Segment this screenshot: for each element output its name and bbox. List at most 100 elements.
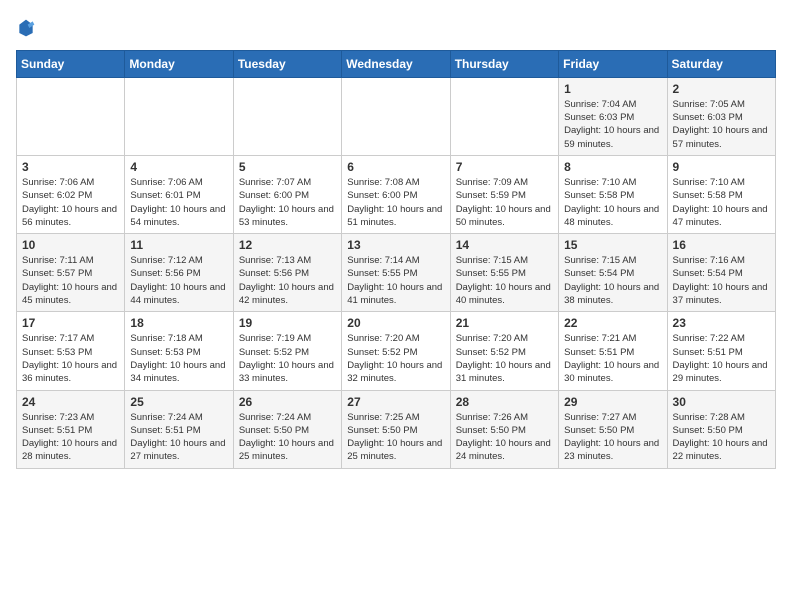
day-number: 10	[22, 238, 119, 252]
day-info: Sunrise: 7:07 AM Sunset: 6:00 PM Dayligh…	[239, 176, 336, 229]
calendar-cell	[233, 77, 341, 155]
day-info: Sunrise: 7:16 AM Sunset: 5:54 PM Dayligh…	[673, 254, 770, 307]
calendar-week-row: 17Sunrise: 7:17 AM Sunset: 5:53 PM Dayli…	[17, 312, 776, 390]
calendar-cell	[342, 77, 450, 155]
calendar-cell: 21Sunrise: 7:20 AM Sunset: 5:52 PM Dayli…	[450, 312, 558, 390]
day-info: Sunrise: 7:24 AM Sunset: 5:51 PM Dayligh…	[130, 411, 227, 464]
calendar-cell: 25 Sunrise: 7:24 AM Sunset: 5:51 PM Dayli…	[125, 390, 233, 468]
day-info: Sunrise: 7:14 AM Sunset: 5:55 PM Dayligh…	[347, 254, 444, 307]
calendar-cell: 24 Sunrise: 7:23 AM Sunset: 5:51 PM Dayli…	[17, 390, 125, 468]
day-number: 4	[130, 160, 227, 174]
day-info: Sunrise: 7:10 AM Sunset: 5:58 PM Dayligh…	[564, 176, 661, 229]
day-number: 9	[673, 160, 770, 174]
day-info: Sunrise: 7:08 AM Sunset: 6:00 PM Dayligh…	[347, 176, 444, 229]
calendar-cell: 17Sunrise: 7:17 AM Sunset: 5:53 PM Dayli…	[17, 312, 125, 390]
calendar-week-row: 1 Sunrise: 7:04 AM Sunset: 6:03 PM Daylig…	[17, 77, 776, 155]
day-number: 16	[673, 238, 770, 252]
day-info: Sunrise: 7:04 AM Sunset: 6:03 PM Dayligh…	[564, 98, 661, 151]
calendar-cell: 27 Sunrise: 7:25 AM Sunset: 5:50 PM Dayli…	[342, 390, 450, 468]
day-number: 8	[564, 160, 661, 174]
day-number: 20	[347, 316, 444, 330]
day-info: Sunrise: 7:06 AM Sunset: 6:01 PM Dayligh…	[130, 176, 227, 229]
weekday-header-saturday: Saturday	[667, 50, 775, 77]
day-info: Sunrise: 7:24 AM Sunset: 5:50 PM Dayligh…	[239, 411, 336, 464]
calendar-cell: 16 Sunrise: 7:16 AM Sunset: 5:54 PM Dayli…	[667, 234, 775, 312]
page-header	[16, 16, 776, 38]
calendar-cell: 7 Sunrise: 7:09 AM Sunset: 5:59 PM Daylig…	[450, 155, 558, 233]
day-info: Sunrise: 7:22 AM Sunset: 5:51 PM Dayligh…	[673, 332, 770, 385]
calendar-cell: 11 Sunrise: 7:12 AM Sunset: 5:56 PM Dayli…	[125, 234, 233, 312]
day-info: Sunrise: 7:15 AM Sunset: 5:55 PM Dayligh…	[456, 254, 553, 307]
calendar-cell: 8 Sunrise: 7:10 AM Sunset: 5:58 PM Daylig…	[559, 155, 667, 233]
calendar-cell: 13 Sunrise: 7:14 AM Sunset: 5:55 PM Dayli…	[342, 234, 450, 312]
day-number: 15	[564, 238, 661, 252]
day-number: 13	[347, 238, 444, 252]
calendar-cell: 20Sunrise: 7:20 AM Sunset: 5:52 PM Dayli…	[342, 312, 450, 390]
day-info: Sunrise: 7:10 AM Sunset: 5:58 PM Dayligh…	[673, 176, 770, 229]
day-number: 2	[673, 82, 770, 96]
calendar-cell: 10 Sunrise: 7:11 AM Sunset: 5:57 PM Dayli…	[17, 234, 125, 312]
day-number: 26	[239, 395, 336, 409]
day-info: Sunrise: 7:15 AM Sunset: 5:54 PM Dayligh…	[564, 254, 661, 307]
calendar-cell: 2 Sunrise: 7:05 AM Sunset: 6:03 PM Daylig…	[667, 77, 775, 155]
day-number: 12	[239, 238, 336, 252]
day-info: Sunrise: 7:13 AM Sunset: 5:56 PM Dayligh…	[239, 254, 336, 307]
day-number: 3	[22, 160, 119, 174]
day-number: 19	[239, 316, 336, 330]
day-number: 27	[347, 395, 444, 409]
day-info: Sunrise: 7:21 AM Sunset: 5:51 PM Dayligh…	[564, 332, 661, 385]
calendar-cell: 29Sunrise: 7:27 AM Sunset: 5:50 PM Dayli…	[559, 390, 667, 468]
calendar-cell	[125, 77, 233, 155]
day-info: Sunrise: 7:06 AM Sunset: 6:02 PM Dayligh…	[22, 176, 119, 229]
day-number: 11	[130, 238, 227, 252]
calendar-cell	[17, 77, 125, 155]
weekday-header-tuesday: Tuesday	[233, 50, 341, 77]
calendar-cell: 22Sunrise: 7:21 AM Sunset: 5:51 PM Dayli…	[559, 312, 667, 390]
calendar-cell: 5 Sunrise: 7:07 AM Sunset: 6:00 PM Daylig…	[233, 155, 341, 233]
calendar-week-row: 3 Sunrise: 7:06 AM Sunset: 6:02 PM Daylig…	[17, 155, 776, 233]
day-info: Sunrise: 7:17 AM Sunset: 5:53 PM Dayligh…	[22, 332, 119, 385]
calendar-cell: 1 Sunrise: 7:04 AM Sunset: 6:03 PM Daylig…	[559, 77, 667, 155]
calendar-cell: 28 Sunrise: 7:26 AM Sunset: 5:50 PM Dayli…	[450, 390, 558, 468]
day-info: Sunrise: 7:05 AM Sunset: 6:03 PM Dayligh…	[673, 98, 770, 151]
logo-text-general	[16, 16, 36, 38]
day-info: Sunrise: 7:20 AM Sunset: 5:52 PM Dayligh…	[456, 332, 553, 385]
calendar-cell: 23 Sunrise: 7:22 AM Sunset: 5:51 PM Dayli…	[667, 312, 775, 390]
calendar-cell: 6 Sunrise: 7:08 AM Sunset: 6:00 PM Daylig…	[342, 155, 450, 233]
calendar-table: SundayMondayTuesdayWednesdayThursdayFrid…	[16, 50, 776, 469]
calendar-cell: 3 Sunrise: 7:06 AM Sunset: 6:02 PM Daylig…	[17, 155, 125, 233]
day-info: Sunrise: 7:18 AM Sunset: 5:53 PM Dayligh…	[130, 332, 227, 385]
calendar-header-row: SundayMondayTuesdayWednesdayThursdayFrid…	[17, 50, 776, 77]
calendar-cell: 4 Sunrise: 7:06 AM Sunset: 6:01 PM Daylig…	[125, 155, 233, 233]
day-number: 30	[673, 395, 770, 409]
day-number: 7	[456, 160, 553, 174]
day-number: 1	[564, 82, 661, 96]
calendar-cell: 12 Sunrise: 7:13 AM Sunset: 5:56 PM Dayli…	[233, 234, 341, 312]
calendar-week-row: 10 Sunrise: 7:11 AM Sunset: 5:57 PM Dayli…	[17, 234, 776, 312]
day-number: 18	[130, 316, 227, 330]
calendar-cell: 15 Sunrise: 7:15 AM Sunset: 5:54 PM Dayli…	[559, 234, 667, 312]
day-number: 29	[564, 395, 661, 409]
day-number: 28	[456, 395, 553, 409]
day-number: 24	[22, 395, 119, 409]
day-info: Sunrise: 7:11 AM Sunset: 5:57 PM Dayligh…	[22, 254, 119, 307]
day-number: 23	[673, 316, 770, 330]
calendar-cell: 30 Sunrise: 7:28 AM Sunset: 5:50 PM Dayli…	[667, 390, 775, 468]
day-info: Sunrise: 7:25 AM Sunset: 5:50 PM Dayligh…	[347, 411, 444, 464]
calendar-cell: 14Sunrise: 7:15 AM Sunset: 5:55 PM Dayli…	[450, 234, 558, 312]
calendar-cell: 9 Sunrise: 7:10 AM Sunset: 5:58 PM Daylig…	[667, 155, 775, 233]
day-info: Sunrise: 7:23 AM Sunset: 5:51 PM Dayligh…	[22, 411, 119, 464]
day-number: 6	[347, 160, 444, 174]
calendar-week-row: 24 Sunrise: 7:23 AM Sunset: 5:51 PM Dayli…	[17, 390, 776, 468]
day-info: Sunrise: 7:28 AM Sunset: 5:50 PM Dayligh…	[673, 411, 770, 464]
day-number: 25	[130, 395, 227, 409]
weekday-header-monday: Monday	[125, 50, 233, 77]
day-info: Sunrise: 7:26 AM Sunset: 5:50 PM Dayligh…	[456, 411, 553, 464]
day-number: 5	[239, 160, 336, 174]
calendar-cell: 18 Sunrise: 7:18 AM Sunset: 5:53 PM Dayli…	[125, 312, 233, 390]
day-info: Sunrise: 7:12 AM Sunset: 5:56 PM Dayligh…	[130, 254, 227, 307]
day-info: Sunrise: 7:09 AM Sunset: 5:59 PM Dayligh…	[456, 176, 553, 229]
weekday-header-friday: Friday	[559, 50, 667, 77]
weekday-header-sunday: Sunday	[17, 50, 125, 77]
weekday-header-wednesday: Wednesday	[342, 50, 450, 77]
